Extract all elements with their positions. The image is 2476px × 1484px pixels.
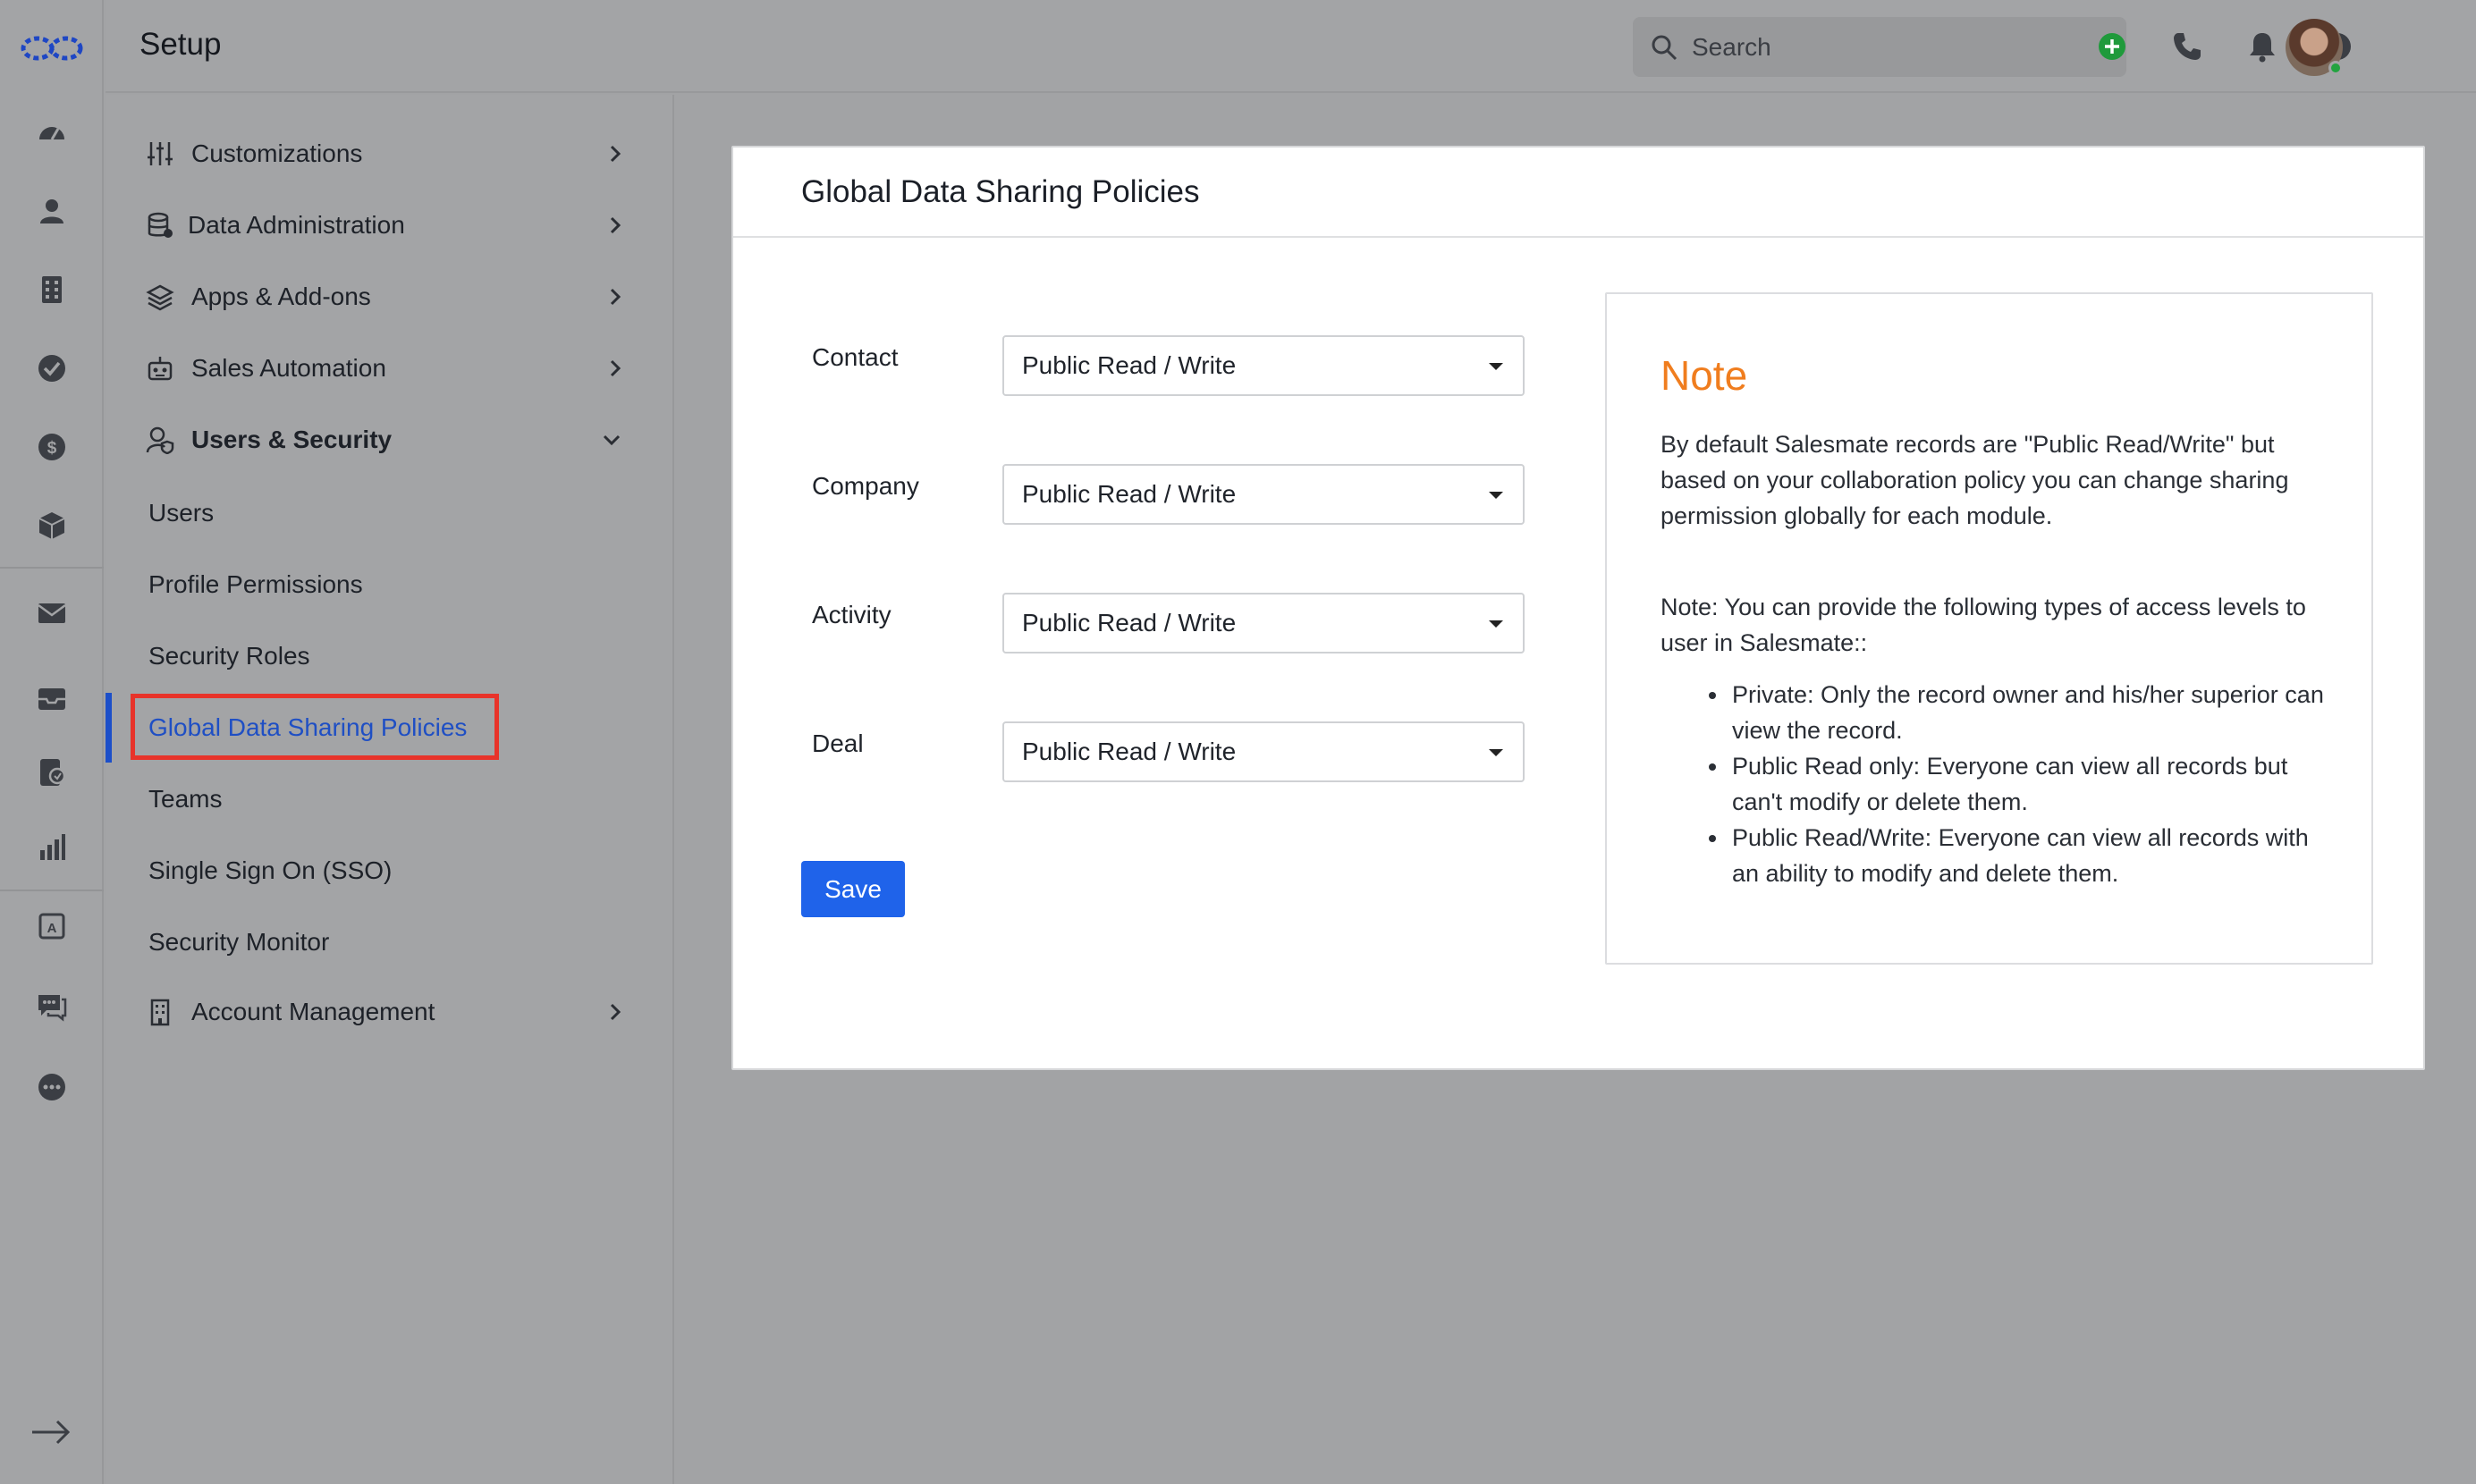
chevron-right-icon (610, 288, 621, 306)
search-input[interactable] (1692, 32, 2085, 62)
deals-icon[interactable]: $ (32, 427, 72, 467)
activity-label: Activity (812, 601, 892, 628)
note-paragraph: By default Salesmate records are "Public… (1661, 431, 2289, 529)
nav-sso[interactable]: Single Sign On (SSO) (148, 856, 392, 885)
caret-down-icon (1489, 620, 1503, 628)
deal-select[interactable]: Public Read / Write (1002, 721, 1525, 782)
caret-down-icon (1489, 363, 1503, 370)
card-header: Global Data Sharing Policies (733, 148, 2423, 238)
phone-icon[interactable] (2168, 27, 2207, 66)
left-rail: $ A (0, 0, 104, 1484)
nav-users-security[interactable]: Users & Security (106, 413, 674, 467)
svg-text:A: A (47, 921, 57, 936)
list-item: Private: Only the record owner and his/h… (1709, 677, 2340, 748)
select-value: Public Read / Write (1022, 480, 1237, 508)
select-value: Public Read / Write (1022, 351, 1237, 379)
reports-icon[interactable] (32, 827, 72, 866)
setup-sidebar: Customizations Data Administration Apps … (106, 95, 674, 1484)
note-panel: Note By default Salesmate records are "P… (1605, 292, 2373, 965)
logo-icon[interactable] (20, 30, 84, 66)
nav-security-roles[interactable]: Security Roles (148, 642, 310, 670)
companies-icon[interactable] (32, 270, 72, 309)
dashboard-icon[interactable] (32, 113, 72, 152)
note-paragraph: Note: You can provide the following type… (1661, 594, 2306, 656)
list-item: Public Read/Write: Everyone can view all… (1709, 820, 2340, 891)
contact-label: Contact (812, 343, 899, 371)
contact-select[interactable]: Public Read / Write (1002, 335, 1525, 396)
search-box[interactable] (1633, 17, 2126, 77)
caret-down-icon (1489, 749, 1503, 756)
building-icon (145, 997, 175, 1027)
user-shield-icon (145, 425, 175, 455)
activity-select[interactable]: Public Read / Write (1002, 593, 1525, 653)
caret-down-icon (1489, 492, 1503, 499)
nav-label: Users & Security (191, 426, 393, 453)
tasks-icon[interactable] (32, 349, 72, 388)
nav-global-data-sharing-policies[interactable]: Global Data Sharing Policies (148, 713, 467, 742)
nav-security-monitor[interactable]: Security Monitor (148, 928, 329, 957)
page-title: Setup (139, 27, 222, 62)
automation-icon[interactable]: A (32, 906, 72, 946)
chevron-down-icon (603, 434, 621, 446)
chevron-right-icon (610, 1003, 621, 1021)
more-icon[interactable] (32, 1067, 72, 1107)
sequences-icon[interactable] (32, 753, 72, 792)
nav-apps-addons[interactable]: Apps & Add-ons (106, 270, 674, 324)
note-title: Note (1661, 352, 1748, 399)
top-bar: Setup ? (106, 0, 2476, 93)
expand-icon[interactable] (29, 1414, 73, 1450)
layers-icon (145, 282, 175, 312)
nav-label: Sales Automation (191, 354, 386, 382)
list-item: Public Read only: Everyone can view all … (1709, 748, 2340, 820)
nav-label: Apps & Add-ons (191, 282, 371, 310)
contacts-icon[interactable] (32, 191, 72, 231)
nav-label: Account Management (191, 998, 435, 1025)
nav-label: Customizations (191, 139, 363, 167)
deal-label: Deal (812, 729, 864, 757)
chevron-right-icon (610, 145, 621, 163)
note-bullet-list: Private: Only the record owner and his/h… (1709, 677, 2340, 891)
svg-text:$: $ (47, 439, 57, 458)
email-icon[interactable] (32, 594, 72, 633)
save-button[interactable]: Save (801, 861, 905, 917)
robot-icon (145, 353, 175, 384)
bell-icon[interactable] (2243, 27, 2282, 66)
products-icon[interactable] (32, 506, 72, 545)
nav-label: Data Administration (188, 211, 405, 239)
nav-users[interactable]: Users (148, 499, 214, 527)
nav-sales-automation[interactable]: Sales Automation (106, 341, 674, 395)
nav-account-management[interactable]: Account Management (106, 985, 674, 1039)
nav-teams[interactable]: Teams (148, 785, 222, 814)
sharing-policies-card: Global Data Sharing Policies Contact Pub… (731, 146, 2425, 1070)
company-select[interactable]: Public Read / Write (1002, 464, 1525, 525)
select-value: Public Read / Write (1022, 609, 1237, 637)
add-icon[interactable] (2092, 27, 2132, 66)
nav-customizations[interactable]: Customizations (106, 127, 674, 181)
nav-profile-permissions[interactable]: Profile Permissions (148, 570, 363, 599)
database-icon (145, 210, 175, 240)
chat-icon[interactable] (32, 987, 72, 1026)
nav-data-administration[interactable]: Data Administration (106, 198, 674, 252)
card-title: Global Data Sharing Policies (801, 174, 1200, 209)
active-indicator (106, 693, 112, 763)
chevron-right-icon (610, 216, 621, 234)
chevron-right-icon (610, 359, 621, 377)
select-value: Public Read / Write (1022, 738, 1237, 765)
company-label: Company (812, 472, 919, 500)
inbox-icon[interactable] (32, 679, 72, 719)
sliders-icon (145, 139, 175, 169)
online-status-dot (2328, 61, 2343, 75)
search-icon (1652, 35, 1677, 60)
